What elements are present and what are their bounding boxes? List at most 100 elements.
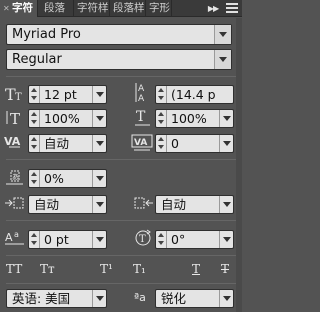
arrow-down-icon (31, 180, 37, 184)
insert-space-right-dropdown[interactable]: 自动 (155, 195, 234, 214)
leading-icon: AA (135, 82, 151, 104)
small-caps-button[interactable]: Tт (40, 261, 55, 277)
arrow-up-icon (158, 88, 164, 92)
chevron-down-icon (219, 57, 227, 62)
tab-paragraph[interactable]: 段落 (38, 0, 74, 17)
leading-field[interactable]: (14.4 p (155, 85, 234, 104)
antialias-dropdown-button[interactable] (219, 290, 233, 307)
leading-value: (14.4 p (171, 87, 216, 102)
divider (6, 76, 236, 77)
chevron-down-icon (96, 237, 104, 242)
baseline-shift-value: 0 pt (44, 232, 69, 247)
tsume-value: 0% (44, 171, 64, 186)
horizontal-scale-value: 100% (171, 111, 207, 126)
kerning-value: 自动 (44, 136, 70, 151)
language-value: 英语: 美国 (12, 291, 71, 306)
antialias-dropdown[interactable]: 锐化 (155, 289, 234, 308)
svg-text:T: T (10, 110, 20, 127)
horizontal-scale-field[interactable]: 100% (155, 109, 234, 128)
chevron-down-icon (223, 237, 231, 242)
font-size-stepper[interactable] (29, 86, 40, 103)
vertical-scale-icon: T (5, 109, 25, 127)
panel-tab-bar: ✕ 字符 段落 字符样 段落样 字形 ▶▶ (0, 0, 242, 17)
tsume-icon: あ (5, 168, 25, 186)
scrollbar[interactable] (236, 18, 242, 312)
arrow-up-icon (31, 137, 37, 141)
baseline-shift-icon: Aa (4, 229, 26, 247)
tsume-dropdown-button[interactable] (92, 170, 106, 187)
svg-text:A: A (138, 84, 145, 94)
arrow-down-icon (158, 120, 164, 124)
kerning-icon: VA (4, 134, 26, 152)
tracking-icon: VA (131, 134, 153, 152)
arrow-up-icon (158, 233, 164, 237)
character-rotation-dropdown-button[interactable] (219, 231, 233, 248)
tab-glyphs[interactable]: 字形 (146, 0, 172, 17)
arrow-down-icon (158, 241, 164, 245)
svg-text:T: T (15, 92, 22, 103)
chevron-down-icon (96, 92, 104, 97)
panel-menu-icon[interactable] (226, 3, 238, 14)
vertical-scale-stepper[interactable] (29, 110, 40, 127)
character-panel: ✕ 字符 段落 字符样 段落样 字形 ▶▶ Myriad Pro Regular… (0, 0, 242, 312)
kerning-field[interactable]: 自动 (28, 134, 107, 153)
vertical-scale-dropdown-button[interactable] (92, 110, 106, 127)
chevron-down-icon (223, 116, 231, 121)
horizontal-scale-stepper[interactable] (156, 110, 167, 127)
superscript-button[interactable]: T¹ (100, 261, 113, 277)
antialias-value: 锐化 (161, 291, 187, 306)
kerning-stepper[interactable] (29, 135, 40, 152)
font-family-dropdown[interactable]: Myriad Pro (6, 24, 232, 45)
font-family-dropdown-button[interactable] (214, 25, 231, 44)
tracking-dropdown-button[interactable] (219, 135, 233, 152)
arrow-up-icon (31, 172, 37, 176)
arrow-down-icon (158, 96, 164, 100)
font-size-value: 12 pt (44, 87, 77, 102)
subscript-button[interactable]: T₁ (133, 261, 146, 277)
tracking-field[interactable]: 0 (155, 134, 234, 153)
underline-button[interactable]: T (192, 261, 200, 277)
insert-space-left-dropdown[interactable]: 自动 (28, 195, 107, 214)
insert-space-right-icon (133, 195, 155, 213)
font-size-dropdown-button[interactable] (92, 86, 106, 103)
divider (6, 255, 236, 256)
character-rotation-stepper[interactable] (156, 231, 167, 248)
svg-text:A: A (5, 231, 13, 244)
tracking-stepper[interactable] (156, 135, 167, 152)
chevron-down-icon (223, 141, 231, 146)
horizontal-scale-dropdown-button[interactable] (219, 110, 233, 127)
leading-stepper[interactable] (156, 86, 167, 103)
insert-space-left-dropdown-button[interactable] (92, 196, 106, 213)
font-style-dropdown[interactable]: Regular (6, 49, 232, 70)
baseline-shift-dropdown-button[interactable] (92, 231, 106, 248)
baseline-shift-field[interactable]: 0 pt (28, 230, 107, 249)
baseline-shift-stepper[interactable] (29, 231, 40, 248)
language-dropdown[interactable]: 英语: 美国 (6, 289, 107, 308)
language-dropdown-button[interactable] (92, 290, 106, 307)
character-rotation-value: 0° (171, 232, 186, 247)
all-caps-button[interactable]: TT (6, 261, 22, 277)
expand-arrows-icon[interactable]: ▶▶ (204, 0, 222, 17)
insert-space-right-dropdown-button[interactable] (219, 196, 233, 213)
font-size-field[interactable]: 12 pt (28, 85, 107, 104)
vertical-scale-field[interactable]: 100% (28, 109, 107, 128)
tab-character-styles[interactable]: 字符样 (74, 0, 110, 17)
font-family-value: Myriad Pro (12, 27, 81, 42)
character-rotation-icon: T (133, 228, 153, 248)
tab-character[interactable]: ✕ 字符 (0, 0, 38, 17)
tab-label: 字形 (149, 2, 170, 14)
kerning-dropdown-button[interactable] (92, 135, 106, 152)
tab-label: 段落样 (113, 2, 145, 14)
tsume-stepper[interactable] (29, 170, 40, 187)
strikethrough-button[interactable]: T (221, 261, 229, 277)
tab-label: 段落 (44, 2, 65, 14)
tab-paragraph-styles[interactable]: 段落样 (110, 0, 146, 17)
character-rotation-field[interactable]: 0° (155, 230, 234, 249)
font-style-value: Regular (12, 52, 62, 67)
close-icon[interactable]: ✕ (3, 0, 10, 17)
tsume-field[interactable]: 0% (28, 169, 107, 188)
divider (6, 220, 236, 221)
arrow-up-icon (158, 137, 164, 141)
font-style-dropdown-button[interactable] (214, 50, 231, 69)
svg-text:T: T (136, 109, 146, 125)
